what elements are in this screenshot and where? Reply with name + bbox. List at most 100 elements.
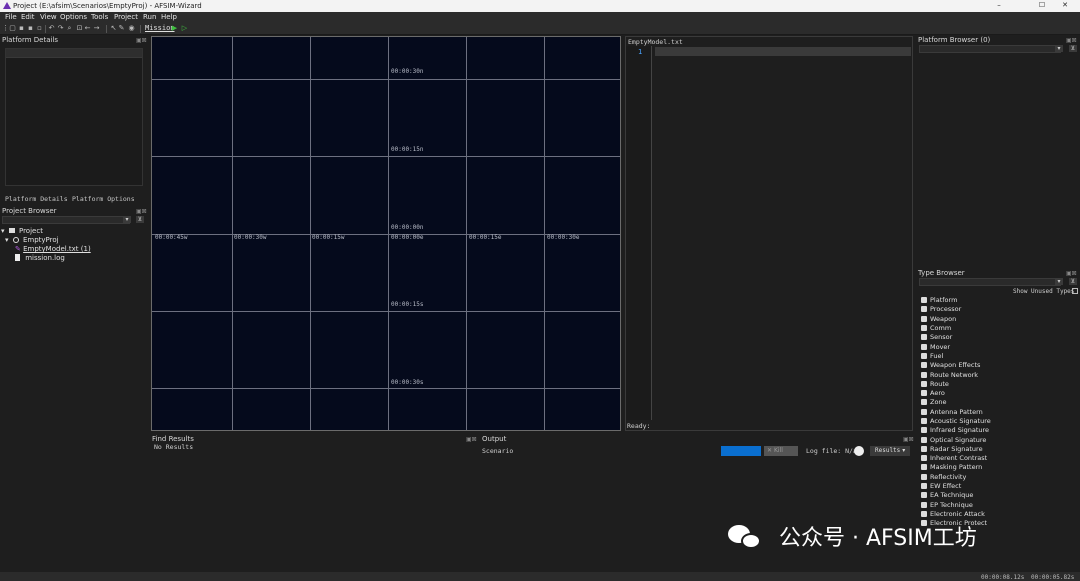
menu-options[interactable]: Options xyxy=(60,13,87,21)
menu-help[interactable]: Help xyxy=(161,13,177,21)
grid-label: 00:00:00n xyxy=(391,224,424,231)
watermark: 公众号 · AFSIM工坊 xyxy=(728,520,977,556)
find-icon[interactable]: ⌕ xyxy=(66,25,73,32)
redo-icon[interactable]: ↷ xyxy=(57,25,64,32)
platform-filter-button[interactable]: ⊻ xyxy=(1069,45,1077,52)
map-view[interactable]: 00:00:30n 00:00:15n 00:00:00n 00:00:15s … xyxy=(151,36,621,431)
type-item-mover[interactable]: Mover xyxy=(921,343,950,352)
dropdown-arrow-icon[interactable]: ▾ xyxy=(1055,278,1063,285)
type-item-sensor[interactable]: Sensor xyxy=(921,333,952,342)
menu-edit[interactable]: Edit xyxy=(21,13,35,21)
menu-view[interactable]: View xyxy=(40,13,57,21)
forward-arrow-icon[interactable]: → xyxy=(93,25,100,32)
type-item-reflectivity[interactable]: Reflectivity xyxy=(921,473,966,482)
project-filter-button[interactable]: ⊻ xyxy=(136,216,144,223)
mover-icon xyxy=(921,344,927,350)
dock-float-close-icon[interactable]: ▣⊠ xyxy=(1066,37,1077,44)
dock-float-close-icon[interactable]: ▣⊠ xyxy=(1066,270,1077,277)
type-item-zone[interactable]: Zone xyxy=(921,398,947,407)
platform-filter-input[interactable] xyxy=(919,45,1061,53)
menu-run[interactable]: Run xyxy=(143,13,156,21)
antenna-icon xyxy=(921,409,927,415)
platform-browser-list xyxy=(916,55,1080,265)
eye-icon[interactable]: ◉ xyxy=(128,25,135,32)
tab-platform-options[interactable]: Platform Options xyxy=(72,195,135,203)
platform-details-title: Platform Details xyxy=(2,36,59,44)
dropdown-arrow-icon[interactable]: ▾ xyxy=(123,216,131,223)
aero-icon xyxy=(921,390,927,396)
tree-item-file[interactable]: mission.log xyxy=(15,254,65,263)
type-item-optical-signature[interactable]: Optical Signature xyxy=(921,436,986,445)
collapse-icon[interactable]: ▾ xyxy=(5,236,9,244)
grid-label: 00:00:15n xyxy=(391,146,424,153)
show-unused-checkbox[interactable] xyxy=(1072,288,1078,294)
type-item-aero[interactable]: Aero xyxy=(921,389,945,398)
kill-button[interactable]: ✕ Kill xyxy=(764,446,798,456)
type-item-processor[interactable]: Processor xyxy=(921,305,961,314)
grid-label: 00:00:30e xyxy=(547,234,580,241)
back-arrow-icon[interactable]: ← xyxy=(84,25,91,32)
menu-project[interactable]: Project xyxy=(114,13,138,21)
menu-file[interactable]: File xyxy=(5,13,17,21)
dock-float-close-icon[interactable]: ▣⊠ xyxy=(136,208,147,215)
type-item-ep-technique[interactable]: EP Technique xyxy=(921,501,973,510)
tree-item-emptyproj[interactable]: ▾ EmptyProj xyxy=(5,236,59,245)
reflectivity-icon xyxy=(921,474,927,480)
refresh-icon[interactable] xyxy=(854,446,864,456)
undo-icon[interactable]: ↶ xyxy=(48,25,55,32)
tree-item-project[interactable]: ▾ Project xyxy=(1,227,43,236)
dock-float-close-icon[interactable]: ▣⊠ xyxy=(136,37,147,44)
tab-platform-details[interactable]: Platform Details xyxy=(5,195,68,203)
type-item-antenna-pattern[interactable]: Antenna Pattern xyxy=(921,408,983,417)
results-button[interactable]: Results ▾ xyxy=(870,446,910,456)
platform-icon xyxy=(921,297,927,303)
type-item-weapon[interactable]: Weapon xyxy=(921,315,956,324)
save-all-icon[interactable]: ▪ xyxy=(27,25,34,32)
menu-tools[interactable]: Tools xyxy=(91,13,108,21)
find-replace-icon[interactable]: ⊡ xyxy=(76,25,83,32)
type-item-weapon-effects[interactable]: Weapon Effects xyxy=(921,361,980,370)
dock-float-close-icon[interactable]: ▣⊠ xyxy=(903,436,914,443)
signature-icon xyxy=(921,418,927,424)
type-item-fuel[interactable]: Fuel xyxy=(921,352,943,361)
type-item-route[interactable]: Route xyxy=(921,380,949,389)
editor-tab[interactable]: EmptyModel.txt xyxy=(628,38,683,46)
type-item-inherent-contrast[interactable]: Inherent Contrast xyxy=(921,454,987,463)
type-item-comm[interactable]: Comm xyxy=(921,324,951,333)
type-item-ea-technique[interactable]: EA Technique xyxy=(921,491,973,500)
type-item-electronic-attack[interactable]: Electronic Attack xyxy=(921,510,985,519)
processor-icon xyxy=(921,306,927,312)
minimize-button[interactable]: – xyxy=(984,1,1014,11)
print-icon[interactable]: ▫ xyxy=(36,25,43,32)
save-icon[interactable]: ▪ xyxy=(18,25,25,32)
type-item-infrared-signature[interactable]: Infrared Signature xyxy=(921,426,989,435)
type-item-masking-pattern[interactable]: Masking Pattern xyxy=(921,463,982,472)
type-filter-input[interactable] xyxy=(919,278,1061,286)
type-item-radar-signature[interactable]: Radar Signature xyxy=(921,445,983,454)
show-unused-label: Show Unused Types xyxy=(1013,288,1075,295)
run-outline-icon[interactable]: ▷ xyxy=(181,25,188,32)
attack-icon xyxy=(921,511,927,517)
new-file-icon[interactable]: ▢ xyxy=(9,25,16,32)
dock-float-close-icon[interactable]: ▣⊠ xyxy=(466,436,477,443)
run-icon[interactable]: ▶ xyxy=(171,25,178,32)
type-item-route-network[interactable]: Route Network xyxy=(921,371,978,380)
wrench-icon[interactable]: ✎ xyxy=(118,25,125,32)
type-item-platform[interactable]: Platform xyxy=(921,296,957,305)
text-editor[interactable]: EmptyModel.txt 1 Ready: xyxy=(625,36,913,431)
wall-time: 00:00:05.82s xyxy=(1031,574,1075,581)
pointer-icon[interactable]: ↖ xyxy=(110,25,117,32)
contrast-icon xyxy=(921,455,927,461)
type-filter-button[interactable]: ⊻ xyxy=(1069,278,1077,285)
collapse-icon[interactable]: ▾ xyxy=(1,227,5,235)
route-network-icon xyxy=(921,372,927,378)
tree-item-file[interactable]: ✎ EmptyModel.txt (1) xyxy=(15,245,91,254)
close-button[interactable]: ✕ xyxy=(1050,1,1080,11)
type-item-ew-effect[interactable]: EW Effect xyxy=(921,482,961,491)
dropdown-arrow-icon[interactable]: ▾ xyxy=(1055,45,1063,52)
ea-icon xyxy=(921,492,927,498)
type-item-acoustic-signature[interactable]: Acoustic Signature xyxy=(921,417,991,426)
file-edit-icon: ✎ xyxy=(15,245,21,253)
project-filter-input[interactable] xyxy=(2,216,130,224)
editor-status: Ready: xyxy=(627,422,651,430)
